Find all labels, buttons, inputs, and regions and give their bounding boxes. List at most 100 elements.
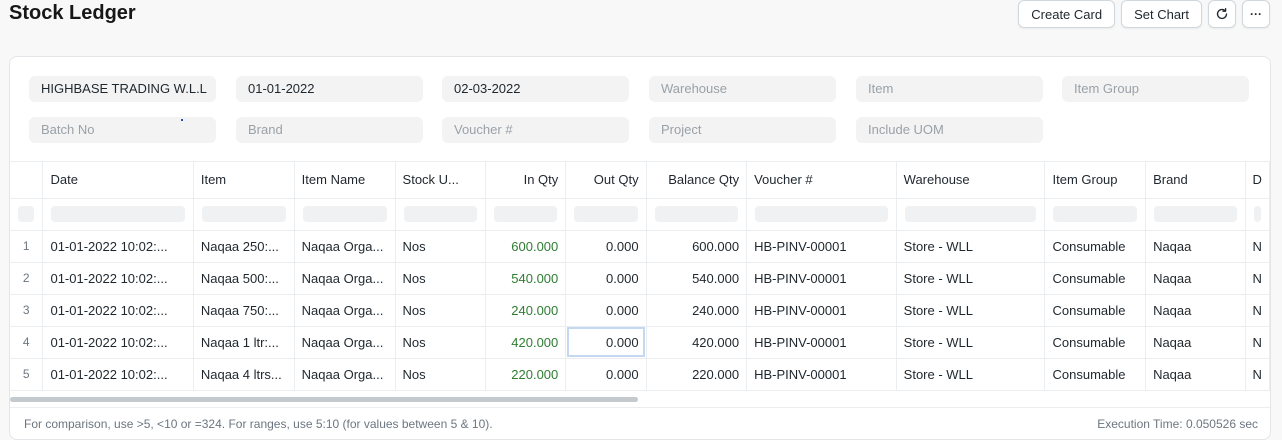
row-number[interactable]: 1: [10, 230, 44, 263]
cell-extra[interactable]: N: [1245, 230, 1270, 263]
set-chart-button[interactable]: Set Chart: [1121, 0, 1202, 28]
item-filter[interactable]: Item: [856, 76, 1043, 102]
cell-in-qty[interactable]: 420.000: [485, 326, 567, 359]
column-header-warehouse[interactable]: Warehouse: [896, 162, 1046, 199]
cell-balance-qty[interactable]: 240.000: [646, 294, 748, 327]
column-filter-warehouse[interactable]: [896, 198, 1046, 231]
cell-item[interactable]: Naqaa 750:...: [193, 294, 295, 327]
cell-voucher[interactable]: HB-PINV-00001: [746, 358, 897, 391]
refresh-button[interactable]: [1208, 0, 1236, 28]
table-row[interactable]: 1 01-01-2022 10:02:... Naqaa 250:... Naqaa …: [10, 230, 1270, 263]
column-header-balance-qty[interactable]: Balance Qty: [646, 162, 748, 199]
cell-stock-uom[interactable]: Nos: [395, 326, 486, 359]
create-card-button[interactable]: Create Card: [1018, 0, 1116, 28]
cell-balance-qty[interactable]: 420.000: [646, 326, 748, 359]
column-filter-in-qty[interactable]: [485, 198, 567, 231]
cell-brand[interactable]: Naqaa: [1145, 358, 1246, 391]
cell-brand[interactable]: Naqaa: [1145, 326, 1246, 359]
column-filter-item[interactable]: [193, 198, 295, 231]
more-button[interactable]: ···: [1242, 0, 1270, 28]
cell-item[interactable]: Naqaa 250:...: [193, 230, 295, 263]
cell-item-group[interactable]: Consumable: [1044, 294, 1147, 327]
brand-filter[interactable]: Brand: [236, 117, 423, 143]
cell-brand[interactable]: Naqaa: [1145, 230, 1246, 263]
cell-stock-uom[interactable]: Nos: [395, 358, 486, 391]
project-filter[interactable]: Project: [649, 117, 836, 143]
cell-item-name[interactable]: Naqaa Orga...: [294, 230, 396, 263]
row-number[interactable]: 5: [10, 358, 44, 391]
table-row[interactable]: 4 01-01-2022 10:02:... Naqaa 1 ltr:... Naqa…: [10, 326, 1270, 359]
table-row[interactable]: 3 01-01-2022 10:02:... Naqaa 750:... Naqaa …: [10, 294, 1270, 327]
column-filter-item-name[interactable]: [294, 198, 396, 231]
column-header-item-name[interactable]: Item Name: [294, 162, 396, 199]
column-filter-brand[interactable]: [1145, 198, 1246, 231]
cell-extra[interactable]: N: [1245, 294, 1270, 327]
column-filter-voucher[interactable]: [746, 198, 897, 231]
cell-date[interactable]: 01-01-2022 10:02:...: [42, 262, 194, 295]
column-filter-date[interactable]: [42, 198, 194, 231]
cell-warehouse[interactable]: Store - WLL: [896, 230, 1046, 263]
include-uom-filter[interactable]: Include UOM: [856, 117, 1043, 143]
company-filter[interactable]: HIGHBASE TRADING W.L.L: [29, 76, 216, 102]
row-number[interactable]: 2: [10, 262, 44, 295]
cell-item-name[interactable]: Naqaa Orga...: [294, 358, 396, 391]
column-filter-item-group[interactable]: [1044, 198, 1147, 231]
column-header-voucher[interactable]: Voucher #: [746, 162, 897, 199]
column-header-item[interactable]: Item: [193, 162, 295, 199]
cell-extra[interactable]: N: [1245, 326, 1270, 359]
voucher-filter[interactable]: Voucher #: [442, 117, 629, 143]
cell-item[interactable]: Naqaa 4 ltrs...: [193, 358, 295, 391]
from-date-filter[interactable]: 01-01-2022: [236, 76, 423, 102]
column-header-item-group[interactable]: Item Group: [1044, 162, 1147, 199]
column-header-out-qty[interactable]: Out Qty: [565, 162, 647, 199]
table-row[interactable]: 2 01-01-2022 10:02:... Naqaa 500:... Naqaa …: [10, 262, 1270, 295]
column-filter-stock-uom[interactable]: [395, 198, 486, 231]
cell-out-qty[interactable]: 0.000: [565, 230, 647, 263]
column-header-extra[interactable]: D: [1245, 162, 1270, 199]
cell-voucher[interactable]: HB-PINV-00001: [746, 294, 897, 327]
cell-out-qty[interactable]: 0.000: [565, 294, 647, 327]
cell-balance-qty[interactable]: 600.000: [646, 230, 748, 263]
item-group-filter[interactable]: Item Group: [1062, 76, 1249, 102]
cell-in-qty[interactable]: 540.000: [485, 262, 567, 295]
table-row[interactable]: 5 01-01-2022 10:02:... Naqaa 4 ltrs... Naqa…: [10, 358, 1270, 391]
cell-item-group[interactable]: Consumable: [1044, 262, 1147, 295]
column-filter-balance-qty[interactable]: [646, 198, 748, 231]
cell-date[interactable]: 01-01-2022 10:02:...: [42, 230, 194, 263]
cell-item-group[interactable]: Consumable: [1044, 326, 1147, 359]
cell-item[interactable]: Naqaa 500:...: [193, 262, 295, 295]
cell-warehouse[interactable]: Store - WLL: [896, 326, 1046, 359]
column-header-brand[interactable]: Brand: [1145, 162, 1246, 199]
cell-voucher[interactable]: HB-PINV-00001: [746, 326, 897, 359]
cell-brand[interactable]: Naqaa: [1145, 294, 1246, 327]
cell-item-group[interactable]: Consumable: [1044, 230, 1147, 263]
cell-item-name[interactable]: Naqaa Orga...: [294, 262, 396, 295]
cell-stock-uom[interactable]: Nos: [395, 262, 486, 295]
warehouse-filter[interactable]: Warehouse: [649, 76, 836, 102]
cell-voucher[interactable]: HB-PINV-00001: [746, 230, 897, 263]
cell-out-qty[interactable]: 0.000: [565, 326, 647, 359]
cell-item[interactable]: Naqaa 1 ltr:...: [193, 326, 295, 359]
column-header-date[interactable]: Date: [42, 162, 194, 199]
cell-extra[interactable]: N: [1245, 262, 1270, 295]
cell-extra[interactable]: N: [1245, 358, 1270, 391]
cell-date[interactable]: 01-01-2022 10:02:...: [42, 358, 194, 391]
cell-warehouse[interactable]: Store - WLL: [896, 262, 1046, 295]
cell-balance-qty[interactable]: 220.000: [646, 358, 748, 391]
batch-no-filter[interactable]: Batch No: [29, 117, 216, 143]
cell-date[interactable]: 01-01-2022 10:02:...: [42, 326, 194, 359]
cell-brand[interactable]: Naqaa: [1145, 262, 1246, 295]
column-filter-out-qty[interactable]: [565, 198, 647, 231]
cell-stock-uom[interactable]: Nos: [395, 230, 486, 263]
cell-in-qty[interactable]: 600.000: [485, 230, 567, 263]
cell-item-name[interactable]: Naqaa Orga...: [294, 326, 396, 359]
cell-item-name[interactable]: Naqaa Orga...: [294, 294, 396, 327]
cell-date[interactable]: 01-01-2022 10:02:...: [42, 294, 194, 327]
cell-balance-qty[interactable]: 540.000: [646, 262, 748, 295]
row-number[interactable]: 4: [10, 326, 44, 359]
cell-in-qty[interactable]: 220.000: [485, 358, 567, 391]
select-all-checkbox[interactable]: [10, 198, 44, 231]
column-header-in-qty[interactable]: In Qty: [485, 162, 567, 199]
row-number[interactable]: 3: [10, 294, 44, 327]
cell-stock-uom[interactable]: Nos: [395, 294, 486, 327]
